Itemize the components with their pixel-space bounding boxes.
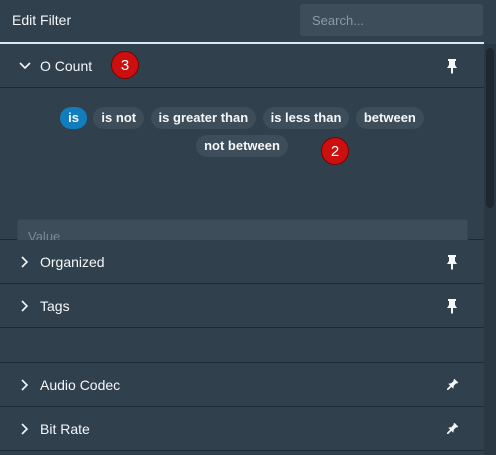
chevron-right-icon[interactable] — [18, 255, 32, 269]
modifier-chips: is is not is greater than is less than b… — [0, 104, 484, 160]
section-audio-codec-label: Audio Codec — [40, 377, 121, 393]
modifier-less-than-chip[interactable]: is less than — [262, 106, 350, 129]
modifier-not-between-chip[interactable]: not between — [196, 134, 288, 157]
modifier-is-chip[interactable]: is — [60, 106, 87, 129]
pin-icon[interactable] — [445, 58, 459, 74]
dialog-header: Edit Filter — [0, 0, 496, 42]
section-tags-label: Tags — [40, 298, 70, 314]
pin-outline-icon[interactable] — [445, 377, 459, 393]
section-o-count-header[interactable]: O Count — [0, 44, 484, 88]
section-bit-rate[interactable]: Bit Rate — [0, 407, 484, 451]
section-divider — [0, 328, 484, 363]
scrollbar-thumb[interactable] — [486, 48, 494, 208]
section-bit-rate-label: Bit Rate — [40, 421, 90, 437]
section-audio-codec[interactable]: Audio Codec — [0, 363, 484, 407]
section-organized-label: Organized — [40, 254, 105, 270]
annotation-marker-2: 2 — [321, 137, 349, 165]
modifier-between-chip[interactable]: between — [355, 106, 424, 129]
chevron-down-icon[interactable] — [18, 59, 32, 73]
section-o-count-body: is is not is greater than is less than b… — [0, 88, 484, 253]
section-organized[interactable]: Organized — [0, 240, 484, 284]
dialog-title: Edit Filter — [12, 12, 72, 28]
chevron-right-icon[interactable] — [18, 299, 32, 313]
chevron-right-icon[interactable] — [18, 378, 32, 392]
chevron-right-icon[interactable] — [18, 422, 32, 436]
filter-list: O Count is is not is greater than is les… — [0, 44, 484, 455]
section-o-count-label: O Count — [40, 58, 93, 74]
pin-icon[interactable] — [445, 298, 459, 314]
pin-icon[interactable] — [445, 254, 459, 270]
pin-outline-icon[interactable] — [445, 421, 459, 437]
search-input[interactable] — [300, 4, 483, 36]
section-tags[interactable]: Tags — [0, 284, 484, 328]
modifier-greater-than-chip[interactable]: is greater than — [150, 106, 257, 129]
modifier-is-not-chip[interactable]: is not — [93, 106, 145, 129]
annotation-marker-3: 3 — [111, 51, 139, 79]
